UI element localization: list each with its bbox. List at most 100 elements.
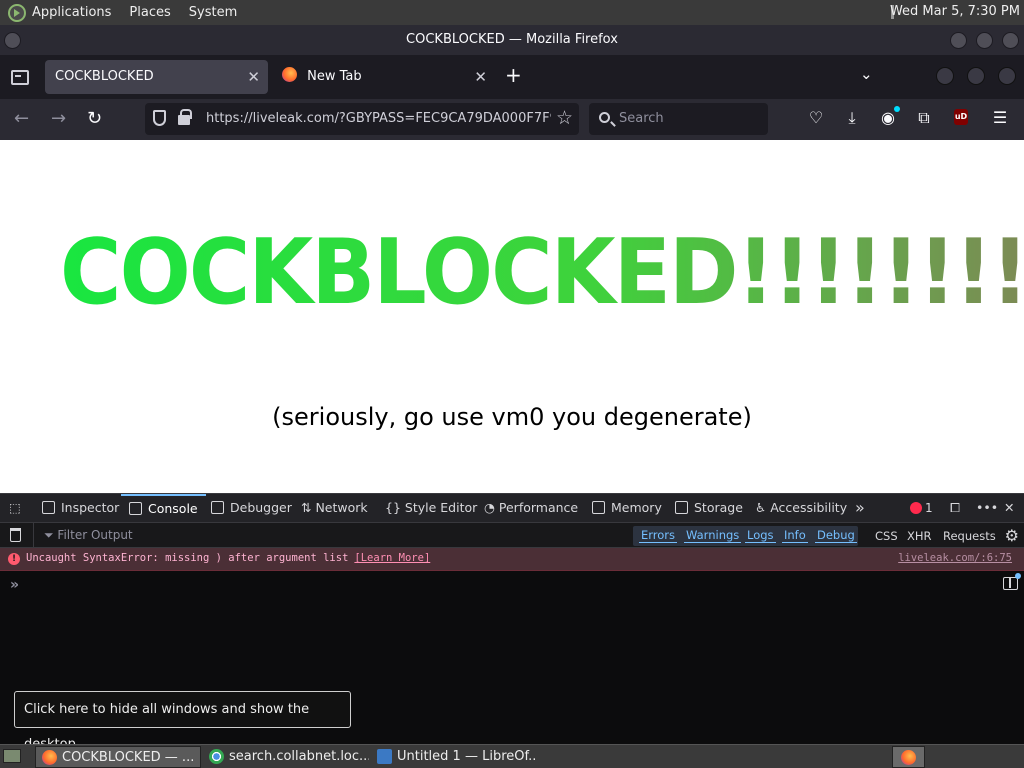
filter-errors[interactable]: Errors	[639, 528, 678, 543]
tab-style-editor[interactable]: {} Style Editor	[385, 494, 477, 523]
tab-performance[interactable]: ◔ Performance	[484, 494, 578, 523]
download-icon[interactable]: ⤓	[843, 109, 861, 127]
tab-network[interactable]: ⇅ Network	[301, 494, 368, 523]
filter-logs[interactable]: Logs	[745, 528, 776, 543]
filter-xhr[interactable]: XHR	[907, 529, 932, 543]
console-filter-bar: ⏷ Filter Output Errors Warnings Logs Inf…	[0, 522, 1024, 548]
page-subline: (seriously, go use vm0 you degenerate)	[272, 403, 752, 431]
inspector-icon	[42, 501, 55, 514]
devtools-toolbar: ⬚ Inspector Console Debugger ⇅ Network {…	[0, 493, 1024, 522]
notification-dot	[1015, 573, 1021, 579]
hamburger-menu-icon[interactable]: ☰	[991, 109, 1009, 127]
window-menu-icon[interactable]	[4, 32, 21, 49]
page-content: COCKBLOCKED!!!!!!!! (seriously, go use v…	[0, 140, 1024, 493]
minimize-icon[interactable]	[950, 32, 967, 49]
tab-debugger[interactable]: Debugger	[211, 494, 292, 523]
more-options-icon[interactable]: •••	[976, 494, 998, 523]
show-desktop-tooltip: Click here to hide all windows and show …	[14, 691, 351, 752]
reload-icon[interactable]: ↻	[87, 108, 102, 129]
pocket-icon[interactable]: ♡	[807, 109, 825, 127]
filter-output-input[interactable]: ⏷ Filter Output	[44, 528, 133, 543]
tracking-shield-icon[interactable]	[153, 110, 166, 126]
taskbar-item-firefox[interactable]: COCKBLOCKED — ...	[35, 746, 201, 768]
url-bar[interactable]: https://liveleak.com/?GBYPASS=FEC9CA79DA…	[145, 103, 579, 135]
error-icon: !	[8, 553, 20, 565]
ublock-origin-icon[interactable]: uD	[954, 109, 968, 125]
filter-info[interactable]: Info	[782, 528, 808, 543]
tab-inspector[interactable]: Inspector	[42, 494, 119, 523]
tab-console[interactable]: Console	[121, 494, 206, 523]
console-error-row[interactable]: ! Uncaught SyntaxError: missing ) after …	[0, 548, 1024, 571]
filter-funnel-icon: ⏷	[44, 528, 58, 542]
clear-console-trash-icon[interactable]	[10, 528, 21, 542]
new-tab-plus-icon[interactable]: +	[505, 63, 522, 87]
extensions-icon[interactable]: ⧉	[915, 109, 933, 127]
tab-label: New Tab	[307, 69, 362, 84]
chrome-icon	[209, 749, 224, 764]
tab-label: COCKBLOCKED	[55, 69, 154, 84]
network-icon: ⇅	[301, 500, 316, 515]
tab-memory[interactable]: Memory	[592, 494, 662, 523]
search-placeholder: Search	[619, 111, 664, 126]
minimize-icon[interactable]	[936, 67, 954, 85]
close-tab-icon[interactable]: ✕	[247, 60, 260, 94]
close-window-icon[interactable]	[1002, 32, 1019, 49]
editor-mode-toggle-icon[interactable]	[1003, 573, 1021, 590]
more-tabs-chevron-icon[interactable]: »	[855, 494, 865, 523]
bookmark-star-icon[interactable]: ☆	[556, 107, 573, 129]
search-bar[interactable]: Search	[589, 103, 768, 135]
mate-logo-icon[interactable]	[8, 3, 26, 22]
notification-dot	[894, 106, 900, 112]
account-icon[interactable]: ◉	[879, 106, 900, 127]
top-panel: Applications Places System Wed Mar 5, 7:…	[0, 0, 1024, 25]
clock[interactable]: Wed Mar 5, 7:30 PM	[890, 4, 1020, 19]
close-devtools-icon[interactable]: ✕	[1004, 494, 1014, 523]
filter-requests[interactable]: Requests	[943, 529, 996, 543]
close-tab-icon[interactable]: ✕	[474, 60, 487, 94]
forward-arrow-icon[interactable]: →	[51, 108, 66, 129]
error-count-badge[interactable]: 1	[910, 501, 933, 515]
window-titlebar: COCKBLOCKED — Mozilla Firefox	[0, 25, 1024, 55]
show-desktop-icon[interactable]	[3, 749, 21, 763]
tab-new-tab[interactable]: New Tab ✕	[272, 60, 495, 94]
filter-debug[interactable]: Debug	[815, 528, 857, 543]
menu-system[interactable]: System	[189, 5, 237, 20]
storage-icon	[675, 501, 688, 514]
search-icon	[599, 112, 610, 123]
back-arrow-icon[interactable]: ←	[14, 108, 29, 129]
close-window-icon[interactable]	[998, 67, 1016, 85]
element-picker-icon[interactable]: ⬚	[9, 494, 21, 523]
window-title: COCKBLOCKED — Mozilla Firefox	[406, 32, 618, 47]
filter-warnings[interactable]: Warnings	[684, 528, 742, 543]
filter-css[interactable]: CSS	[875, 529, 898, 543]
tab-accessibility[interactable]: ♿ Accessibility	[755, 494, 847, 523]
firefox-view-icon[interactable]	[10, 67, 29, 85]
tab-storage[interactable]: Storage	[675, 494, 743, 523]
debugger-icon	[211, 501, 224, 514]
dock-side-icon[interactable]: ⧠	[950, 494, 960, 523]
tab-cockblocked[interactable]: COCKBLOCKED ✕	[45, 60, 268, 94]
learn-more-link[interactable]: [Learn More]	[354, 552, 430, 564]
page-headline: COCKBLOCKED!!!!!!!!	[60, 220, 1024, 325]
menu-places[interactable]: Places	[129, 5, 170, 20]
bottom-taskbar: COCKBLOCKED — ... search.collabnet.loc..…	[0, 744, 1024, 768]
workspace-switcher[interactable]	[892, 746, 925, 768]
maximize-icon[interactable]	[967, 67, 985, 85]
console-prompt-chevron-icon: »	[10, 577, 20, 593]
error-message: Uncaught SyntaxError: missing ) after ar…	[26, 552, 431, 564]
lock-icon[interactable]	[178, 109, 192, 125]
maximize-icon[interactable]	[976, 32, 993, 49]
console-settings-gear-icon[interactable]: ⚙	[1005, 526, 1019, 545]
menu-applications[interactable]: Applications	[32, 5, 111, 20]
error-source-link[interactable]: liveleak.com/:6:75	[898, 552, 1012, 564]
performance-icon: ◔	[484, 500, 499, 515]
chevron-down-icon[interactable]: ⌄	[860, 65, 873, 83]
divider	[33, 523, 34, 547]
nav-bar: ← → ↻ https://liveleak.com/?GBYPASS=FEC9…	[0, 99, 1024, 140]
firefox-icon	[901, 750, 916, 765]
url-text[interactable]: https://liveleak.com/?GBYPASS=FEC9CA79DA…	[206, 103, 551, 135]
taskbar-item-chrome[interactable]: search.collabnet.loc...	[203, 746, 369, 768]
error-icon	[910, 502, 922, 514]
style-editor-icon: {}	[385, 500, 405, 515]
taskbar-item-libreoffice[interactable]: Untitled 1 — LibreOf...	[371, 746, 537, 768]
